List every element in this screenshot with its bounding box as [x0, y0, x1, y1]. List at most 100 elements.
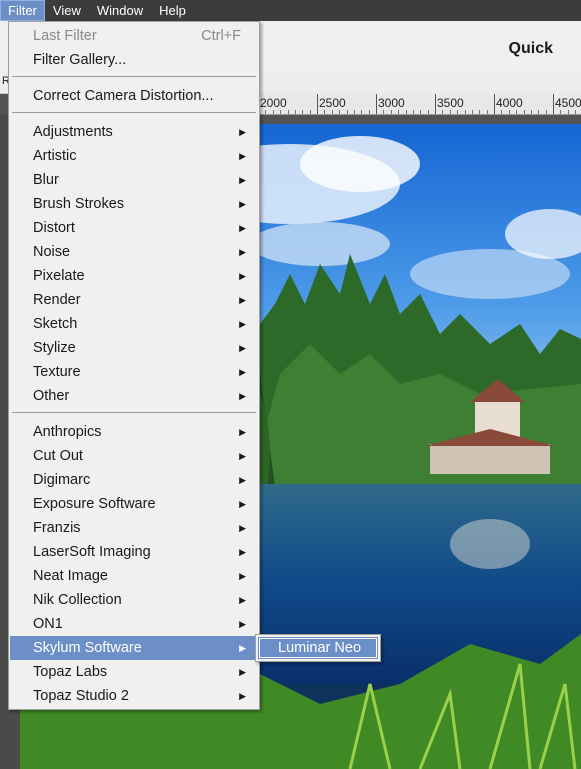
menu-item-noise[interactable]: Noise ▶: [10, 240, 258, 264]
menu-item-neat-image[interactable]: Neat Image ▶: [10, 564, 258, 588]
submenu-arrow-icon: ▶: [239, 175, 246, 185]
menu-bar: Filter View Window Help: [0, 0, 581, 21]
menu-item-franzis[interactable]: Franzis ▶: [10, 516, 258, 540]
menu-item-label: Filter Gallery...: [33, 52, 127, 68]
skylum-submenu: Luminar Neo: [255, 634, 381, 662]
quick-mode-label[interactable]: Quick: [509, 40, 553, 58]
ruler-major-tick: [494, 94, 495, 114]
ruler-minor-tick: [331, 110, 333, 114]
menu-item-label: Topaz Studio 2: [33, 688, 129, 704]
menu-item-label: Franzis: [33, 520, 81, 536]
ruler-minor-tick: [545, 110, 547, 114]
ruler-minor-tick: [383, 110, 385, 114]
menu-item-label: LaserSoft Imaging: [33, 544, 151, 560]
menu-item-render[interactable]: Render ▶: [10, 288, 258, 312]
menu-item-cut-out[interactable]: Cut Out ▶: [10, 444, 258, 468]
horizontal-ruler: 2000 2500 3000 3500 4000 4500: [258, 93, 581, 115]
menu-item-correct-camera-distortion[interactable]: Correct Camera Distortion...: [10, 84, 258, 108]
menu-item-label: Texture: [33, 364, 81, 380]
menu-item-on1[interactable]: ON1 ▶: [10, 612, 258, 636]
ruler-label: 4000: [496, 96, 523, 110]
menu-window[interactable]: Window: [89, 0, 151, 21]
menu-item-pixelate[interactable]: Pixelate ▶: [10, 264, 258, 288]
ruler-minor-tick: [398, 110, 400, 114]
menu-help[interactable]: Help: [151, 0, 194, 21]
filter-dropdown-menu: Last Filter Ctrl+F Filter Gallery... Correc…: [8, 21, 260, 710]
ruler-minor-tick: [457, 110, 459, 114]
submenu-arrow-icon: ▶: [239, 199, 246, 209]
ruler-minor-tick: [361, 110, 363, 114]
menu-item-label: Exposure Software: [33, 496, 156, 512]
ruler-major-tick: [553, 94, 554, 114]
ruler-label: 3500: [437, 96, 464, 110]
ruler-minor-tick: [560, 110, 562, 114]
submenu-arrow-icon: ▶: [239, 151, 246, 161]
ruler-label: 3000: [378, 96, 405, 110]
ruler-minor-tick: [294, 110, 296, 114]
ruler-minor-tick: [567, 110, 569, 114]
menu-separator: [12, 412, 256, 413]
menu-item-nik-collection[interactable]: Nik Collection ▶: [10, 588, 258, 612]
menu-item-label: Cut Out: [33, 448, 83, 464]
menu-item-topaz-studio-2[interactable]: Topaz Studio 2 ▶: [10, 684, 258, 708]
menu-item-blur[interactable]: Blur ▶: [10, 168, 258, 192]
menu-item-label: Correct Camera Distortion...: [33, 88, 214, 104]
ruler-minor-tick: [486, 110, 488, 114]
ruler-label: 2000: [260, 96, 287, 110]
ruler-minor-tick: [427, 110, 429, 114]
submenu-arrow-icon: ▶: [239, 619, 246, 629]
ruler-minor-tick: [464, 110, 466, 114]
menu-item-adjustments[interactable]: Adjustments ▶: [10, 120, 258, 144]
submenu-arrow-icon: ▶: [239, 451, 246, 461]
menu-item-label: Artistic: [33, 148, 77, 164]
submenu-arrow-icon: ▶: [239, 595, 246, 605]
menu-item-last-filter: Last Filter Ctrl+F: [10, 24, 258, 48]
menu-item-texture[interactable]: Texture ▶: [10, 360, 258, 384]
submenu-arrow-icon: ▶: [239, 367, 246, 377]
menu-item-anthropics[interactable]: Anthropics ▶: [10, 420, 258, 444]
ruler-minor-tick: [442, 110, 444, 114]
submenu-arrow-icon: ▶: [239, 295, 246, 305]
ruler-major-tick: [435, 94, 436, 114]
ruler-minor-tick: [390, 110, 392, 114]
ruler-minor-tick: [538, 110, 540, 114]
submenu-arrow-icon: ▶: [239, 691, 246, 701]
menu-item-brush-strokes[interactable]: Brush Strokes ▶: [10, 192, 258, 216]
submenu-arrow-icon: ▶: [239, 499, 246, 509]
submenu-item-luminar-neo[interactable]: Luminar Neo: [258, 637, 378, 659]
menu-item-filter-gallery[interactable]: Filter Gallery...: [10, 48, 258, 72]
menu-item-artistic[interactable]: Artistic ▶: [10, 144, 258, 168]
ruler-minor-tick: [471, 110, 473, 114]
menu-filter[interactable]: Filter: [0, 0, 45, 21]
menu-item-label: Topaz Labs: [33, 664, 108, 680]
menu-item-sketch[interactable]: Sketch ▶: [10, 312, 258, 336]
submenu-arrow-icon: ▶: [239, 475, 246, 485]
ruler-minor-tick: [516, 110, 518, 114]
submenu-arrow-icon: ▶: [239, 127, 246, 137]
submenu-arrow-icon: ▶: [239, 667, 246, 677]
menu-item-label: Stylize: [33, 340, 76, 356]
menu-item-label: Other: [33, 388, 70, 404]
menu-item-stylize[interactable]: Stylize ▶: [10, 336, 258, 360]
ruler-major-tick: [317, 94, 318, 114]
ruler-minor-tick: [575, 110, 577, 114]
ruler-minor-tick: [309, 110, 311, 114]
menu-item-digimarc[interactable]: Digimarc ▶: [10, 468, 258, 492]
menu-item-label: Distort: [33, 220, 75, 236]
menu-item-label: Noise: [33, 244, 71, 260]
ruler-minor-tick: [420, 110, 422, 114]
ruler-minor-tick: [324, 110, 326, 114]
menu-item-label: Adjustments: [33, 124, 113, 140]
menu-item-topaz-labs[interactable]: Topaz Labs ▶: [10, 660, 258, 684]
menu-item-skylum-software[interactable]: Skylum Software ▶: [10, 636, 258, 660]
menu-item-lasersoft-imaging[interactable]: LaserSoft Imaging ▶: [10, 540, 258, 564]
submenu-arrow-icon: ▶: [239, 523, 246, 533]
ruler-minor-tick: [412, 110, 414, 114]
ruler-minor-tick: [508, 110, 510, 114]
menu-item-other[interactable]: Other ▶: [10, 384, 258, 408]
menu-item-distort[interactable]: Distort ▶: [10, 216, 258, 240]
ruler-minor-tick: [449, 110, 451, 114]
menu-view[interactable]: View: [45, 0, 89, 21]
menu-item-exposure-software[interactable]: Exposure Software ▶: [10, 492, 258, 516]
ruler-minor-tick: [479, 110, 481, 114]
